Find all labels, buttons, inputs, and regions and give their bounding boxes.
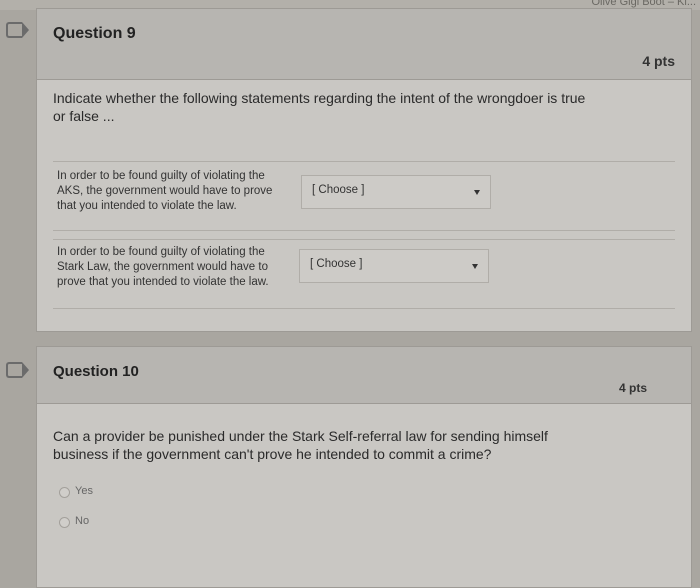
dropdown-arrow-icon — [474, 190, 480, 195]
dropdown-arrow-icon — [472, 264, 478, 269]
flag-icon[interactable] — [6, 22, 29, 38]
option-no-label[interactable]: No — [75, 515, 89, 527]
question-10-prompt-line-2: business if the government can't prove h… — [53, 446, 492, 462]
question-9-prompt-line-2: or false ... — [53, 108, 115, 124]
statement-1-text: In order to be found guilty of violating… — [57, 169, 297, 214]
question-10-points: 4 pts — [618, 381, 647, 395]
question-10-prompt-line-1: Can a provider be punished under the Sta… — [53, 428, 548, 444]
radio-yes[interactable] — [59, 487, 70, 498]
question-9-title: Question 9 — [53, 25, 136, 42]
question-10-title: Question 10 — [53, 363, 139, 380]
statement-2-select[interactable]: [ Choose ] — [299, 249, 489, 283]
question-9-points: 4 pts — [642, 53, 675, 69]
statement-2-text: In order to be found guilty of violating… — [57, 245, 297, 290]
statement-2-line-2: Stark Law, the government would have to — [57, 261, 268, 273]
statement-1-line-2: AKS, the government would have to prove — [57, 185, 273, 197]
statement-1-select-value: [ Choose ] — [312, 184, 365, 196]
question-9-prompt-line-1: Indicate whether the following statement… — [53, 90, 586, 106]
question-9-prompt: Indicate whether the following statement… — [53, 89, 673, 125]
statement-2-line-3: prove that you intended to violate the l… — [57, 276, 269, 288]
statement-1-select[interactable]: [ Choose ] — [301, 175, 491, 209]
radio-no[interactable] — [59, 517, 70, 528]
question-10-prompt: Can a provider be punished under the Sta… — [53, 427, 653, 463]
statement-2-line-1: In order to be found guilty of violating… — [57, 246, 265, 258]
statement-1-line-1: In order to be found guilty of violating… — [57, 170, 265, 182]
question-9-header — [37, 9, 691, 80]
question-9-card: Question 9 4 pts Indicate whether the fo… — [36, 8, 692, 332]
bookmark-text[interactable]: Olive Gigi Boot – Kl... — [591, 0, 696, 8]
option-yes-label[interactable]: Yes — [75, 485, 93, 497]
statement-1-line-3: that you intended to violate the law. — [57, 200, 237, 212]
statement-2-select-value: [ Choose ] — [310, 258, 363, 270]
question-10-card: Question 10 4 pts Can a provider be puni… — [36, 346, 692, 588]
flag-icon[interactable] — [6, 362, 29, 378]
